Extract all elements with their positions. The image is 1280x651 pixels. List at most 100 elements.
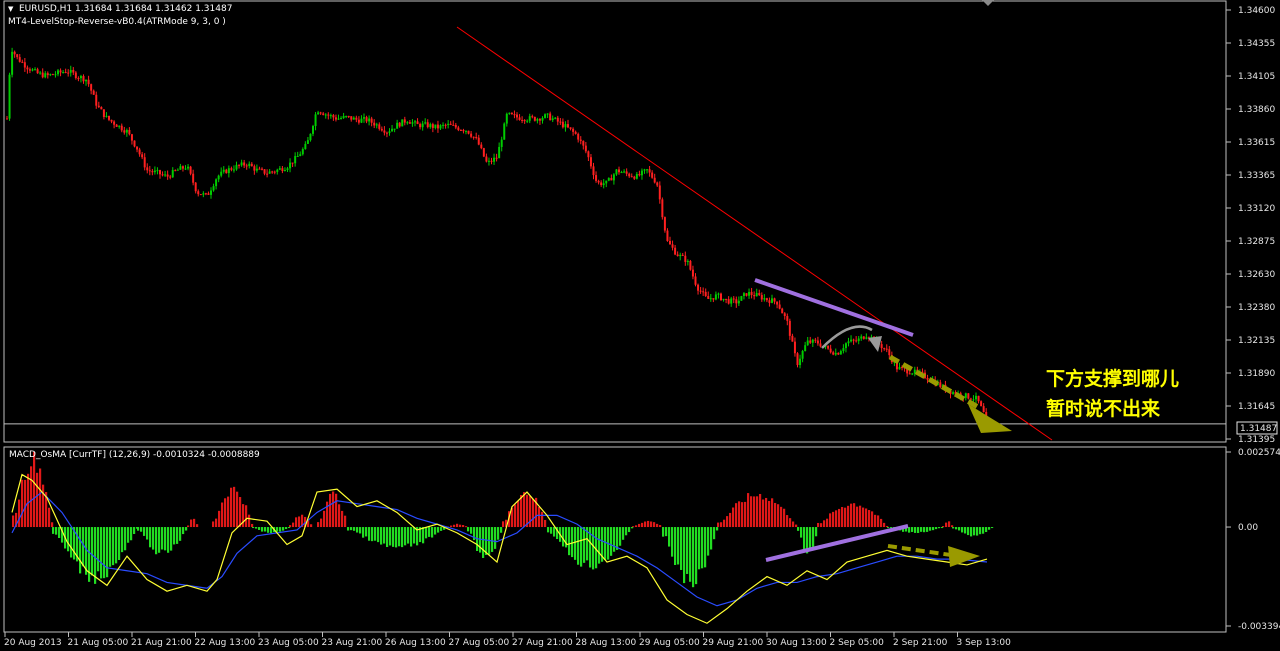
candle-body [291, 162, 294, 164]
candle-body [658, 185, 661, 200]
histogram-bar-negative [923, 527, 926, 533]
olive-dashed-arrow-macd[interactable] [887, 544, 959, 558]
dropdown-icon[interactable]: ▼ [8, 5, 14, 13]
histogram-bar-negative [267, 527, 270, 533]
candle-body [533, 117, 536, 121]
candle-body [911, 373, 914, 375]
price-tick-label: 1.34600 [1238, 6, 1275, 16]
candle-body [771, 298, 773, 303]
candle-body [898, 366, 901, 370]
histogram-bar-positive [886, 525, 889, 528]
candle-body [133, 140, 136, 147]
candle-body [523, 120, 526, 122]
candle-body [421, 123, 424, 128]
histogram-bar-positive [768, 500, 771, 528]
histogram-bar-positive [12, 515, 15, 528]
histogram-bar-positive [777, 504, 780, 528]
histogram-bar-positive [774, 502, 777, 528]
histogram-bar-positive [193, 518, 196, 528]
time-tick-label: 3 Sep 13:00 [957, 638, 1012, 648]
candle-body [679, 254, 682, 257]
histogram-bar-negative [437, 527, 440, 533]
candles-layer [6, 47, 988, 417]
candle-body [513, 114, 516, 116]
histogram-bar-positive [841, 507, 844, 528]
histogram-bar-positive [948, 521, 951, 528]
candle-body [536, 119, 539, 121]
candle-body [403, 119, 406, 123]
candle-body [799, 358, 802, 366]
chart-canvas[interactable]: ▼ EURUSD,H1 1.31684 1.31684 1.31462 1.31… [0, 0, 1280, 651]
candle-body [44, 73, 47, 78]
histogram-bar-negative [616, 527, 619, 550]
candle-body [605, 180, 608, 184]
candle-body [653, 177, 656, 183]
macd-tick-label: 0.00 [1238, 523, 1258, 533]
candle-body [510, 112, 513, 115]
candle-body [299, 154, 302, 156]
gray-arrowhead-icon [868, 336, 882, 352]
histogram-bar-negative [170, 527, 173, 551]
candle-body [6, 118, 8, 120]
descending-trendline[interactable] [456, 26, 1053, 441]
candle-body [760, 295, 763, 300]
histogram-bar-negative [695, 527, 698, 585]
candle-body [373, 122, 376, 126]
time-tick-label: 29 Aug 05:00 [639, 638, 700, 648]
histogram-bar-negative [920, 527, 923, 532]
histogram-bar-positive [30, 466, 33, 528]
histogram-bar-negative [425, 527, 428, 539]
histogram-bar-negative [470, 527, 473, 534]
histogram-bar-positive [33, 451, 36, 528]
candle-body [67, 72, 70, 74]
candle-body [697, 284, 700, 291]
histogram-bar-negative [182, 527, 185, 535]
histogram-bar-positive [450, 525, 453, 528]
olive-dashed-arrow-price[interactable] [888, 354, 980, 410]
price-tick-label: 1.31645 [1238, 402, 1275, 412]
histogram-bar-positive [218, 510, 221, 528]
candle-body [210, 190, 212, 195]
candle-body [671, 244, 674, 248]
candle-body [306, 140, 309, 144]
histogram-bar-negative [671, 527, 674, 557]
candle-body [199, 194, 202, 196]
chart-shift-marker-icon[interactable] [982, 0, 994, 6]
histogram-bar-positive [233, 486, 236, 528]
histogram-bar-positive [744, 501, 747, 528]
candle-body [261, 168, 263, 170]
time-tick-label: 29 Aug 21:00 [703, 638, 764, 648]
histogram-bar-positive [829, 513, 832, 528]
histogram-bar-positive [245, 505, 248, 528]
candle-body [516, 114, 518, 118]
mt4-chart-window[interactable]: ▼ EURUSD,H1 1.31684 1.31684 1.31462 1.31… [0, 0, 1280, 651]
candle-body [184, 168, 187, 170]
candle-body [597, 180, 600, 183]
candle-body [72, 69, 75, 73]
candle-body [449, 123, 452, 125]
candle-body [592, 166, 595, 176]
histogram-bar-negative [97, 527, 100, 572]
candle-body [378, 124, 381, 129]
histogram-bar-positive [838, 508, 841, 528]
candle-body [414, 121, 416, 123]
purple-divergence-line-macd[interactable] [765, 524, 909, 562]
candle-body [64, 72, 67, 74]
candle-body [401, 119, 404, 127]
candle-body [161, 174, 164, 176]
candle-body [551, 118, 554, 121]
histogram-bar-negative [67, 527, 70, 552]
candle-body [87, 79, 90, 85]
histogram-bar-negative [713, 527, 716, 540]
histogram-bar-positive [723, 519, 726, 528]
histogram-bar-positive [650, 521, 653, 528]
histogram-bar-positive [741, 502, 744, 528]
candle-body [357, 119, 360, 123]
histogram-bar-negative [568, 527, 571, 556]
histogram-bar-negative [350, 527, 353, 531]
candle-body [138, 149, 141, 155]
candle-body [169, 176, 172, 178]
candle-body [187, 166, 190, 169]
histogram-bar-negative [106, 527, 109, 578]
time-tick-label: 20 Aug 2013 [4, 638, 62, 648]
